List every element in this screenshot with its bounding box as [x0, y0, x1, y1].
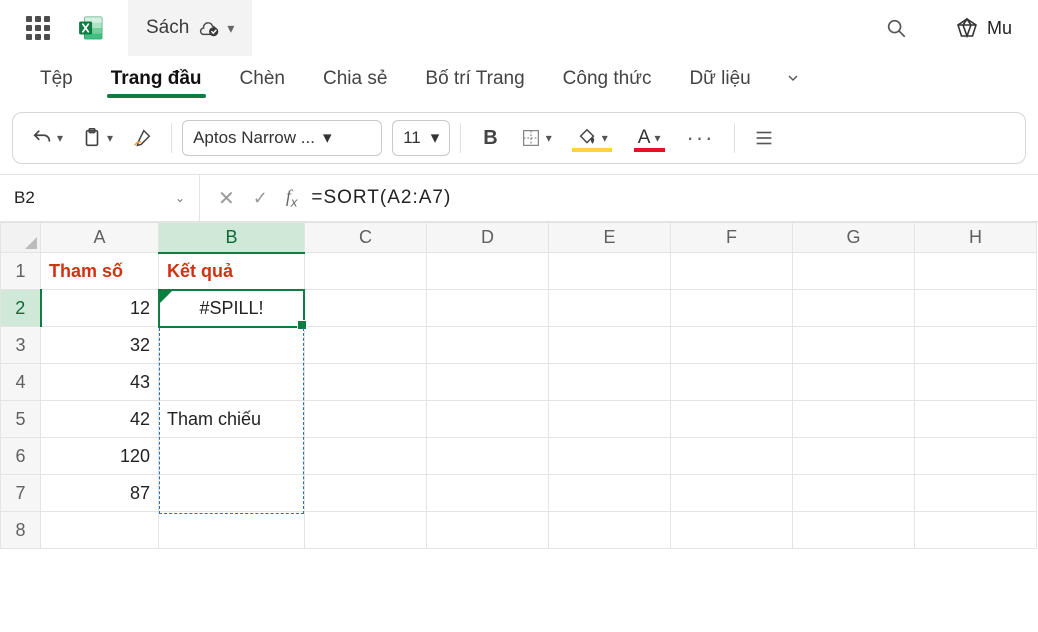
cell[interactable]: Tham chiếu — [159, 401, 305, 438]
formula-bar: B2 ⌄ ✕ ✓ fx =SORT(A2:A7) — [0, 174, 1038, 222]
cloud-sync-icon — [199, 17, 221, 39]
font-name-select[interactable]: Aptos Narrow ... ▾ — [182, 120, 382, 156]
premium-label: Mu — [987, 18, 1012, 39]
name-box-value: B2 — [14, 188, 35, 208]
col-header-H[interactable]: H — [915, 223, 1037, 253]
tab-page-layout[interactable]: Bố trí Trang — [407, 58, 542, 102]
chevron-down-icon: ▾ — [107, 131, 113, 145]
document-name: Sách — [146, 17, 189, 39]
premium-button[interactable]: Mu — [955, 16, 1012, 40]
col-header-G[interactable]: G — [793, 223, 915, 253]
row-header[interactable]: 1 — [1, 253, 41, 290]
tab-insert[interactable]: Chèn — [222, 58, 303, 102]
search-icon[interactable] — [885, 17, 907, 39]
row-header[interactable]: 8 — [1, 512, 41, 549]
paste-button[interactable]: ▾ — [73, 118, 121, 158]
formula-accept-icon[interactable]: ✓ — [253, 188, 268, 209]
app-launcher-icon[interactable] — [26, 16, 50, 40]
formula-input[interactable]: =SORT(A2:A7) — [311, 187, 451, 209]
select-all-corner[interactable] — [1, 223, 41, 253]
name-box[interactable]: B2 ⌄ — [0, 175, 200, 221]
borders-button[interactable]: ▾ — [512, 118, 560, 158]
row-header[interactable]: 3 — [1, 327, 41, 364]
cell[interactable]: 87 — [41, 475, 159, 512]
col-header-A[interactable]: A — [41, 223, 159, 253]
tab-formulas[interactable]: Công thức — [545, 58, 670, 102]
col-header-B[interactable]: B — [159, 223, 305, 253]
formula-cancel-icon[interactable]: ✕ — [218, 186, 235, 211]
excel-app-icon — [78, 15, 104, 41]
ribbon-tabs: Tệp Trang đầu Chèn Chia sẻ Bố trí Trang … — [0, 56, 1038, 104]
row-header[interactable]: 7 — [1, 475, 41, 512]
font-color-button[interactable]: A ▾ — [624, 118, 675, 158]
col-header-C[interactable]: C — [305, 223, 427, 253]
bold-button[interactable]: B — [471, 118, 509, 158]
cell[interactable]: 32 — [41, 327, 159, 364]
tab-share[interactable]: Chia sẻ — [305, 58, 405, 102]
cell[interactable]: 12 — [41, 290, 159, 327]
chevron-down-icon: ▾ — [431, 128, 440, 148]
col-header-D[interactable]: D — [427, 223, 549, 253]
cell[interactable]: 120 — [41, 438, 159, 475]
more-font-options-button[interactable]: ··· — [677, 118, 725, 158]
font-size-select[interactable]: 11 ▾ — [392, 120, 450, 156]
cell[interactable]: 43 — [41, 364, 159, 401]
fill-color-button[interactable]: ▾ — [562, 118, 622, 158]
chevron-down-icon: ▾ — [546, 131, 552, 145]
chevron-down-icon: ▾ — [323, 128, 332, 148]
chevron-down-icon: ▾ — [654, 131, 660, 145]
spreadsheet-grid[interactable]: A B C D E F G H 1 Tham số Kết quả 2 12 #… — [0, 222, 1038, 549]
col-header-E[interactable]: E — [549, 223, 671, 253]
row-header[interactable]: 2 — [1, 290, 41, 327]
fx-icon[interactable]: fx — [286, 186, 298, 210]
error-corner-icon — [160, 291, 172, 303]
cell[interactable]: Tham số — [41, 253, 159, 290]
tab-file[interactable]: Tệp — [22, 58, 91, 102]
format-painter-button[interactable] — [123, 118, 161, 158]
cell[interactable]: #SPILL! — [159, 290, 305, 327]
row-header[interactable]: 6 — [1, 438, 41, 475]
chevron-down-icon: ▾ — [602, 131, 608, 145]
home-toolbar: ▾ ▾ Aptos Narrow ... ▾ 11 ▾ B ▾ ▾ A ▾ ··… — [12, 112, 1026, 164]
undo-button[interactable]: ▾ — [23, 118, 71, 158]
cell[interactable]: 42 — [41, 401, 159, 438]
row-header[interactable]: 4 — [1, 364, 41, 401]
chevron-down-icon: ▾ — [57, 131, 63, 145]
font-size-value: 11 — [403, 128, 421, 148]
tab-home[interactable]: Trang đầu — [93, 58, 220, 102]
tabs-overflow-icon[interactable] — [771, 60, 815, 101]
align-button[interactable] — [745, 118, 783, 158]
document-title-area[interactable]: Sách ▾ — [128, 0, 252, 56]
chevron-down-icon: ▾ — [227, 20, 234, 37]
col-header-F[interactable]: F — [671, 223, 793, 253]
tab-data[interactable]: Dữ liệu — [671, 58, 768, 102]
cell[interactable]: Kết quả — [159, 253, 305, 290]
chevron-down-icon: ⌄ — [175, 191, 185, 205]
row-header[interactable]: 5 — [1, 401, 41, 438]
font-name-value: Aptos Narrow ... — [193, 128, 315, 148]
